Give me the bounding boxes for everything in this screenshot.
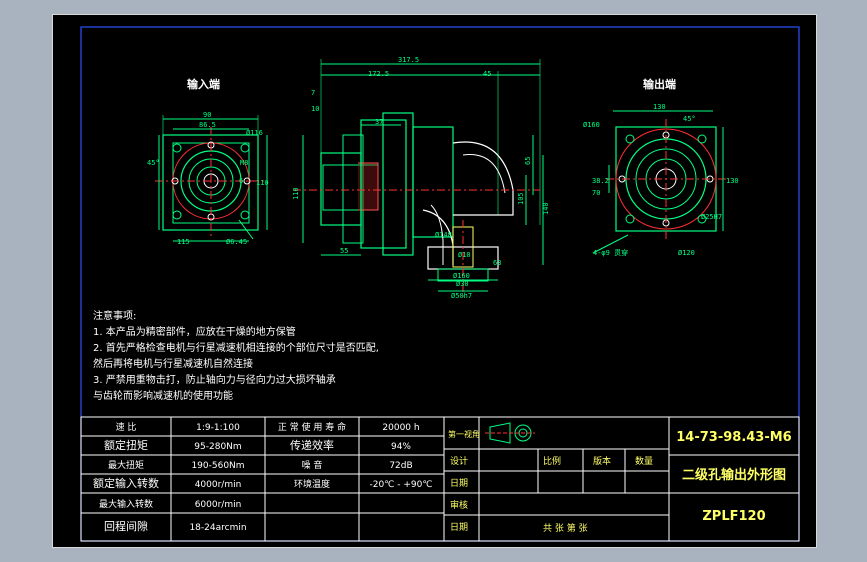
title-block-text: 第一视角 设计 日期 审核 日期 比例 版本 数量 共 张 第 张 14-73-…: [448, 429, 792, 534]
dim-172-5: 172.5: [368, 70, 389, 78]
spec-cell: 回程间隙: [104, 519, 148, 533]
dim-65: 65: [524, 157, 532, 165]
side-view: 317.5 172.5 45 37 7 10 110 55 65 105 140: [292, 56, 550, 300]
dim-phi25h7: Ø25H7: [701, 213, 722, 221]
notes-line-4: 3. 严禁用重物击打，防止轴向力与径向力过大损坏轴承: [93, 373, 336, 386]
spec-cell: 速 比: [116, 421, 137, 433]
dim-37: 37: [375, 118, 383, 126]
notes-line-1: 1. 本产品为精密部件，应放在干燥的地方保管: [93, 325, 296, 338]
output-end-view: 输出端 130 Ø160 45° 38.2 70 130 Ø25H7 Ø120 …: [583, 77, 739, 257]
spec-cell: 噪 音: [302, 459, 323, 471]
input-end-view: 输入端 90 86.5 Ø116 M8 6 110 45° 115 Ø6.45: [147, 77, 269, 246]
dim-86-5: 86.5: [199, 121, 216, 129]
dim-55: 55: [340, 247, 348, 255]
dim-phi160-output: Ø160: [583, 121, 600, 129]
dim-7: 7: [311, 89, 315, 97]
drawing-title: 二级孔输出外形图: [682, 467, 786, 483]
spec-cell: -20℃ - +90℃: [370, 480, 433, 490]
drawing-number: 14-73-98.43-M6: [676, 430, 791, 445]
inner-border: [80, 26, 800, 542]
scale-label: 比例: [543, 455, 561, 467]
dim-63: 63: [493, 259, 501, 267]
quantity-label: 数量: [635, 455, 653, 467]
dim-holes: 4-φ9 贯穿: [593, 248, 628, 257]
dim-phi6-45: Ø6.45: [226, 238, 247, 246]
spec-cell: 环境温度: [294, 478, 330, 490]
dim-130-vert: 130: [726, 177, 739, 185]
dim-phi120: Ø120: [678, 249, 695, 257]
dim-phi160-side: Ø160: [453, 272, 470, 280]
spec-cell: 传递效率: [290, 438, 334, 452]
dim-70: 70: [592, 189, 600, 197]
spec-cell: 94%: [391, 442, 411, 452]
dim-6: 6: [239, 177, 243, 185]
date-label-1: 日期: [450, 478, 468, 489]
dim-45: 45: [483, 70, 491, 78]
spec-cell: 最大输入转数: [99, 498, 153, 510]
dim-130: 130: [653, 103, 666, 111]
notes-line-3: 然后再将电机与行星减速机自然连接: [93, 357, 253, 370]
spec-cell: 72dB: [389, 461, 412, 471]
review-label: 审核: [450, 499, 468, 511]
model-number: ZPLF120: [702, 509, 765, 524]
spec-cell: 190-560Nm: [191, 461, 244, 471]
cad-drawing: 输入端 90 86.5 Ø116 M8 6 110 45° 115 Ø6.45: [80, 26, 800, 542]
projection-label: 第一视角: [448, 429, 480, 439]
output-view-title: 输出端: [643, 77, 676, 91]
spec-cell: 20000 h: [382, 423, 419, 433]
spec-cell: 6000r/min: [195, 500, 242, 510]
spec-cell: 额定扭矩: [104, 438, 148, 452]
spec-table-text: 速 比 1:9-1:100 正 常 使 用 寿 命 20000 h 额定扭矩 9…: [93, 421, 432, 533]
dim-phi116: Ø116: [246, 129, 263, 137]
dim-110: 110: [256, 179, 269, 187]
design-label: 设计: [450, 455, 468, 467]
input-view-title: 输入端: [187, 77, 220, 91]
dim-phi10: Ø10: [458, 251, 471, 259]
notes-line-2: 2. 首先严格检查电机与行星减速机相连接的个部位尺寸是否匹配,: [93, 341, 379, 354]
notes-line-5: 与齿轮而影响减速机的使用功能: [93, 389, 233, 402]
dim-90: 90: [203, 111, 211, 119]
spec-cell: 18-24arcmin: [189, 523, 246, 533]
dim-10: 10: [311, 105, 319, 113]
dim-38-2: 38.2: [592, 177, 609, 185]
dim-115: 115: [177, 238, 190, 246]
version-label: 版本: [593, 455, 611, 467]
dim-phi148: Ø148: [435, 231, 452, 239]
dim-m8: M8: [240, 159, 248, 167]
date-label-2: 日期: [450, 522, 468, 533]
dim-45deg-output: 45°: [683, 115, 696, 123]
notes-heading: 注意事项:: [93, 309, 136, 322]
dim-phi50h7: Ø50h7: [451, 292, 472, 300]
sheets-label: 共 张 第 张: [543, 522, 588, 534]
dim-140: 140: [542, 202, 550, 215]
spec-cell: 正 常 使 用 寿 命: [278, 421, 346, 433]
dim-105: 105: [517, 192, 525, 205]
dim-317-5: 317.5: [398, 56, 419, 64]
dim-phi30: Ø30: [456, 280, 469, 288]
spec-cell: 1:9-1:100: [196, 423, 240, 433]
spec-cell: 95-280Nm: [194, 442, 241, 452]
dim-45deg-input: 45°: [147, 159, 160, 167]
drawing-frame: 输入端 90 86.5 Ø116 M8 6 110 45° 115 Ø6.45: [52, 14, 817, 548]
spec-cell: 4000r/min: [195, 480, 242, 490]
spec-cell: 额定输入转数: [93, 476, 159, 490]
spec-cell: 最大扭矩: [108, 459, 144, 471]
notes: 注意事项: 1. 本产品为精密部件，应放在干燥的地方保管 2. 首先严格检查电机…: [93, 309, 379, 402]
dim-phi110: 110: [292, 187, 300, 200]
